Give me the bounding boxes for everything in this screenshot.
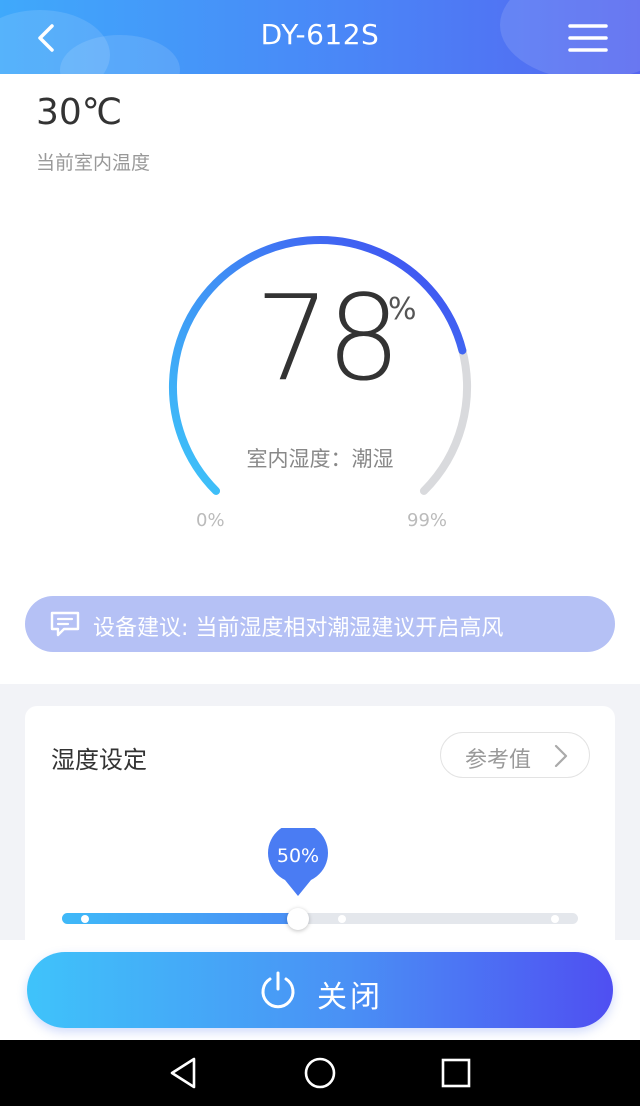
power-off-button[interactable]: 关闭 bbox=[27, 952, 613, 1028]
slider-tick-dot bbox=[338, 914, 346, 923]
humidity-slider-thumb[interactable] bbox=[287, 908, 309, 930]
humidity-status: 室内湿度：潮湿 bbox=[246, 447, 394, 471]
chevron-right-icon bbox=[554, 744, 568, 768]
triangle-back-icon bbox=[170, 1057, 196, 1089]
slider-tick-dot bbox=[81, 914, 89, 923]
page-title: DY-612S bbox=[260, 18, 380, 51]
hamburger-menu-icon bbox=[568, 24, 608, 52]
slider-tick-dot bbox=[551, 914, 559, 923]
menu-button[interactable] bbox=[568, 20, 608, 56]
humidity-setting-title: 湿度设定 bbox=[51, 746, 147, 774]
indoor-temperature-value: 30℃ bbox=[36, 92, 123, 133]
square-recents-icon bbox=[441, 1058, 471, 1088]
system-back-button[interactable] bbox=[164, 1053, 204, 1093]
humidity-unit: % bbox=[388, 292, 417, 327]
message-icon bbox=[50, 611, 80, 637]
indoor-temperature-label: 当前室内温度 bbox=[36, 152, 151, 174]
power-off-label: 关闭 bbox=[317, 980, 383, 1015]
top-app-bar: DY-612S bbox=[0, 0, 640, 74]
slider-value-label: 50% bbox=[276, 845, 320, 867]
device-advice-banner: 设备建议: 当前湿度相对潮湿建议开启高风 bbox=[25, 596, 615, 652]
power-icon bbox=[261, 971, 295, 1009]
humidity-number: 78 bbox=[255, 269, 401, 407]
circle-home-icon bbox=[304, 1057, 336, 1089]
gauge-max-label: 99% bbox=[407, 510, 448, 531]
system-recents-button[interactable] bbox=[436, 1053, 476, 1093]
system-home-button[interactable] bbox=[300, 1053, 340, 1093]
reference-value-button[interactable]: 参考值 bbox=[440, 732, 590, 778]
humidity-slider-fill bbox=[62, 913, 298, 924]
humidity-slider[interactable] bbox=[62, 908, 578, 930]
system-navigation-bar bbox=[0, 1040, 640, 1106]
device-advice-text: 设备建议: 当前湿度相对潮湿建议开启高风 bbox=[93, 616, 504, 641]
humidity-value: 78 bbox=[255, 269, 401, 407]
reference-value-label: 参考值 bbox=[465, 748, 532, 773]
gauge-min-label: 0% bbox=[196, 510, 225, 531]
